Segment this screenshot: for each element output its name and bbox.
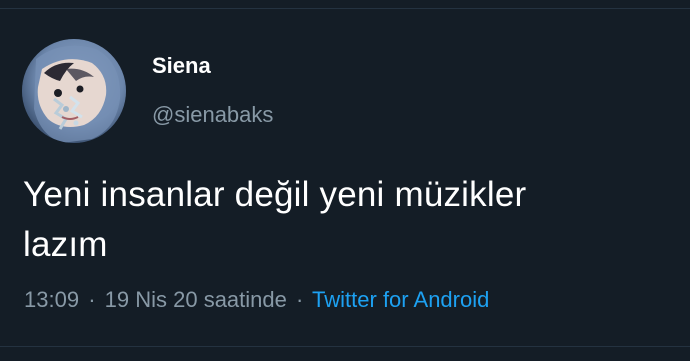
tweet-card: Siena @sienabaks Yeni insanlar değil yen…: [0, 0, 690, 361]
bottom-divider: [0, 346, 690, 347]
tweet-time[interactable]: 13:09: [24, 287, 79, 312]
tweet-text: Yeni insanlar değil yeni müzikler lazım: [23, 170, 663, 270]
meta-separator: ·: [296, 287, 304, 312]
tweet-text-line: lazım: [23, 225, 108, 264]
tweet-text-line: Yeni insanlar değil yeni müzikler: [23, 175, 527, 214]
meta-separator: ·: [88, 287, 96, 312]
tweet-source-link[interactable]: Twitter for Android: [312, 287, 489, 312]
tweet-meta: 13:09 · 19 Nis 20 saatinde · Twitter for…: [24, 285, 489, 315]
tweet-date[interactable]: 19 Nis 20 saatinde: [105, 287, 287, 312]
profile-photo-icon: [22, 39, 126, 143]
avatar[interactable]: [22, 39, 126, 143]
author-display-name[interactable]: Siena: [152, 52, 211, 80]
author-handle[interactable]: @sienabaks: [152, 101, 273, 129]
